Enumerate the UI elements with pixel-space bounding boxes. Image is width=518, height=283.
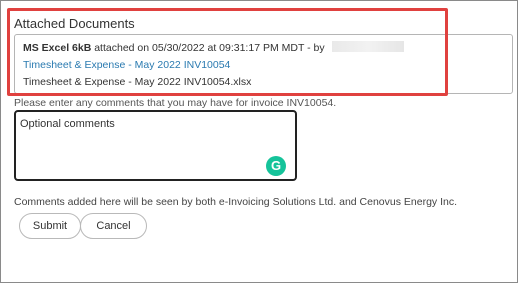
submit-button[interactable]: Submit: [19, 213, 81, 239]
comment-input-container[interactable]: G: [14, 110, 297, 181]
comments-textarea[interactable]: [20, 118, 280, 158]
cancel-button[interactable]: Cancel: [80, 213, 147, 239]
attachment-meta-line: MS Excel 6kB attached on 05/30/2022 at 0…: [23, 41, 404, 54]
attachment-file-info: MS Excel 6kB: [23, 42, 92, 54]
attachment-file-name: Timesheet & Expense - May 2022 INV10054.…: [23, 76, 252, 88]
comment-prompt: Please enter any comments that you may h…: [14, 97, 337, 109]
attachment-link[interactable]: Timesheet & Expense - May 2022 INV10054: [23, 59, 230, 71]
attachment-date-text: attached on 05/30/2022 at 09:31:17 PM MD…: [94, 42, 325, 54]
grammarly-icon[interactable]: G: [266, 156, 286, 176]
attached-documents-title: Attached Documents: [14, 16, 135, 31]
comment-visibility-note: Comments added here will be seen by both…: [14, 196, 458, 208]
attached-document-card: MS Excel 6kB attached on 05/30/2022 at 0…: [14, 34, 513, 94]
redacted-user-name: [331, 41, 404, 52]
invoice-comment-panel: Attached Documents MS Excel 6kB attached…: [0, 0, 518, 283]
